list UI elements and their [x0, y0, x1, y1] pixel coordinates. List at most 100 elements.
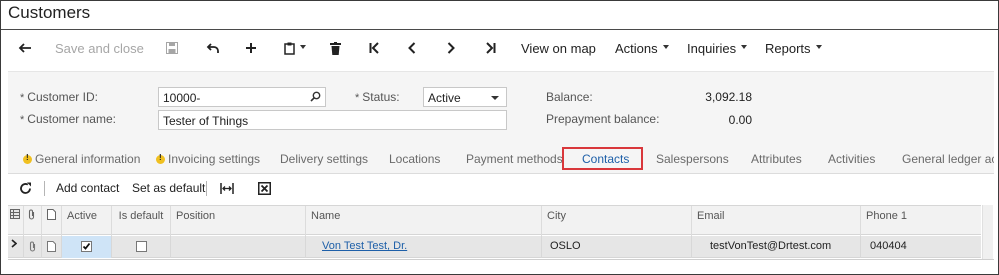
- required-marker: *: [20, 92, 25, 104]
- chevron-down-icon: [300, 45, 306, 49]
- column-phone-1[interactable]: Phone 1: [861, 206, 981, 236]
- column-name[interactable]: Name: [306, 206, 542, 236]
- delete-button[interactable]: [325, 34, 345, 62]
- city-cell[interactable]: OSLO: [542, 236, 692, 258]
- required-marker: *: [355, 92, 360, 104]
- reports-menu[interactable]: Reports: [765, 34, 822, 62]
- next-record-button[interactable]: [441, 34, 461, 62]
- undo-icon: [206, 42, 219, 53]
- tab-label: Locations: [389, 152, 441, 166]
- save-button[interactable]: [162, 34, 182, 62]
- search-icon[interactable]: [310, 91, 321, 105]
- export-excel-button[interactable]: [256, 176, 272, 200]
- clipboard-icon: [284, 42, 295, 55]
- tab-general-information[interactable]: General information: [23, 152, 140, 166]
- tab-activities[interactable]: Activities: [828, 152, 875, 166]
- customer-id-label: * Customer ID:: [20, 90, 98, 104]
- warning-icon: [156, 153, 165, 164]
- chevron-down-icon: [491, 96, 499, 100]
- position-cell[interactable]: [171, 236, 306, 258]
- set-as-default-button[interactable]: Set as default: [132, 176, 205, 200]
- tab-attributes[interactable]: Attributes: [751, 152, 802, 166]
- select-all-icon[interactable]: [8, 206, 24, 236]
- attachment-icon[interactable]: [24, 236, 42, 258]
- toolbar-separator: [206, 181, 207, 196]
- balance-label: Balance:: [546, 90, 593, 104]
- fit-columns-button[interactable]: [218, 176, 236, 200]
- grid-header: Active Is default Position Name City Ema…: [8, 205, 981, 236]
- tab-general-ledger-accounts[interactable]: General ledger accou: [902, 152, 994, 166]
- tab-contacts[interactable]: Contacts: [582, 152, 629, 166]
- vertical-scrollbar[interactable]: [982, 205, 993, 259]
- tab-delivery-settings[interactable]: Delivery settings: [280, 152, 368, 166]
- active-checkbox[interactable]: [81, 241, 92, 252]
- add-button[interactable]: [241, 34, 261, 62]
- tab-salespersons[interactable]: Salespersons: [656, 152, 729, 166]
- view-on-map-button[interactable]: View on map: [521, 34, 596, 62]
- tab-label: Contacts: [582, 152, 630, 166]
- copy-paste-button[interactable]: [281, 34, 309, 62]
- row-selector-icon[interactable]: [8, 236, 24, 258]
- back-arrow-icon: [18, 43, 31, 53]
- toolbar-separator: [44, 181, 45, 196]
- status-label: * Status:: [355, 90, 400, 104]
- first-record-button[interactable]: [364, 34, 384, 62]
- main-toolbar: Save and close View on map Actions Inqui…: [0, 34, 999, 62]
- tab-label: Activities: [828, 152, 876, 166]
- active-cell[interactable]: [62, 236, 112, 258]
- customer-name-label-text: Customer name:: [27, 112, 116, 126]
- prepayment-balance-label: Prepayment balance:: [546, 112, 660, 126]
- last-page-icon: [485, 42, 495, 54]
- actions-menu[interactable]: Actions: [615, 34, 669, 62]
- attachment-icon: [24, 206, 42, 236]
- tab-label: Delivery settings: [280, 152, 369, 166]
- chevron-down-icon: [662, 45, 669, 49]
- next-icon: [447, 42, 455, 54]
- column-email[interactable]: Email: [692, 206, 861, 236]
- refresh-icon: [19, 182, 31, 194]
- refresh-button[interactable]: [16, 176, 34, 200]
- add-contact-button[interactable]: Add contact: [56, 176, 119, 200]
- undo-button[interactable]: [202, 34, 222, 62]
- chevron-down-icon: [741, 45, 748, 49]
- tab-payment-methods[interactable]: Payment methods: [466, 152, 563, 166]
- customer-name-label: * Customer name:: [20, 112, 116, 126]
- back-button[interactable]: [14, 34, 36, 62]
- contact-name-link[interactable]: Von Test Test, Dr.: [306, 236, 542, 258]
- warning-icon: [23, 153, 32, 164]
- is-default-checkbox[interactable]: [136, 241, 147, 252]
- required-marker: *: [20, 114, 25, 126]
- actions-menu-label: Actions: [615, 40, 658, 56]
- customer-id-label-text: Customer ID:: [27, 90, 98, 104]
- tab-label: Salespersons: [656, 152, 729, 166]
- tab-label: Invoicing settings: [168, 152, 261, 166]
- column-active[interactable]: Active: [62, 206, 112, 236]
- customer-name-field[interactable]: Tester of Things: [158, 110, 507, 130]
- phone-1-cell[interactable]: 040404: [861, 236, 981, 258]
- last-record-button[interactable]: [480, 34, 500, 62]
- tab-invoicing-settings[interactable]: Invoicing settings: [156, 152, 260, 166]
- prepayment-balance-value: 0.00: [728, 113, 752, 127]
- note-icon[interactable]: [42, 236, 62, 258]
- tab-label: Attributes: [751, 152, 802, 166]
- column-is-default[interactable]: Is default: [112, 206, 171, 236]
- column-city[interactable]: City: [542, 206, 692, 236]
- excel-export-icon: [257, 181, 271, 195]
- tab-locations[interactable]: Locations: [389, 152, 440, 166]
- customer-id-field[interactable]: 10000-: [158, 87, 326, 107]
- plus-icon: [246, 43, 256, 53]
- table-row[interactable]: Von Test Test, Dr. OSLO testVonTest@Drte…: [8, 236, 981, 258]
- status-select[interactable]: Active: [423, 87, 507, 107]
- inquiries-menu[interactable]: Inquiries: [687, 34, 748, 62]
- email-cell[interactable]: testVonTest@Drtest.com: [692, 236, 861, 258]
- column-position[interactable]: Position: [171, 206, 306, 236]
- previous-record-button[interactable]: [402, 34, 422, 62]
- save-and-close-button[interactable]: Save and close: [55, 34, 144, 62]
- previous-icon: [408, 42, 416, 54]
- is-default-cell[interactable]: [112, 236, 171, 258]
- customer-summary-form: * Customer ID: 10000- * Status: Active Bal…: [8, 71, 994, 134]
- trash-icon: [329, 41, 341, 55]
- balance-value: 3,092.18: [705, 90, 752, 104]
- contacts-grid: Active Is default Position Name City Ema…: [8, 205, 981, 259]
- reports-menu-label: Reports: [765, 40, 811, 56]
